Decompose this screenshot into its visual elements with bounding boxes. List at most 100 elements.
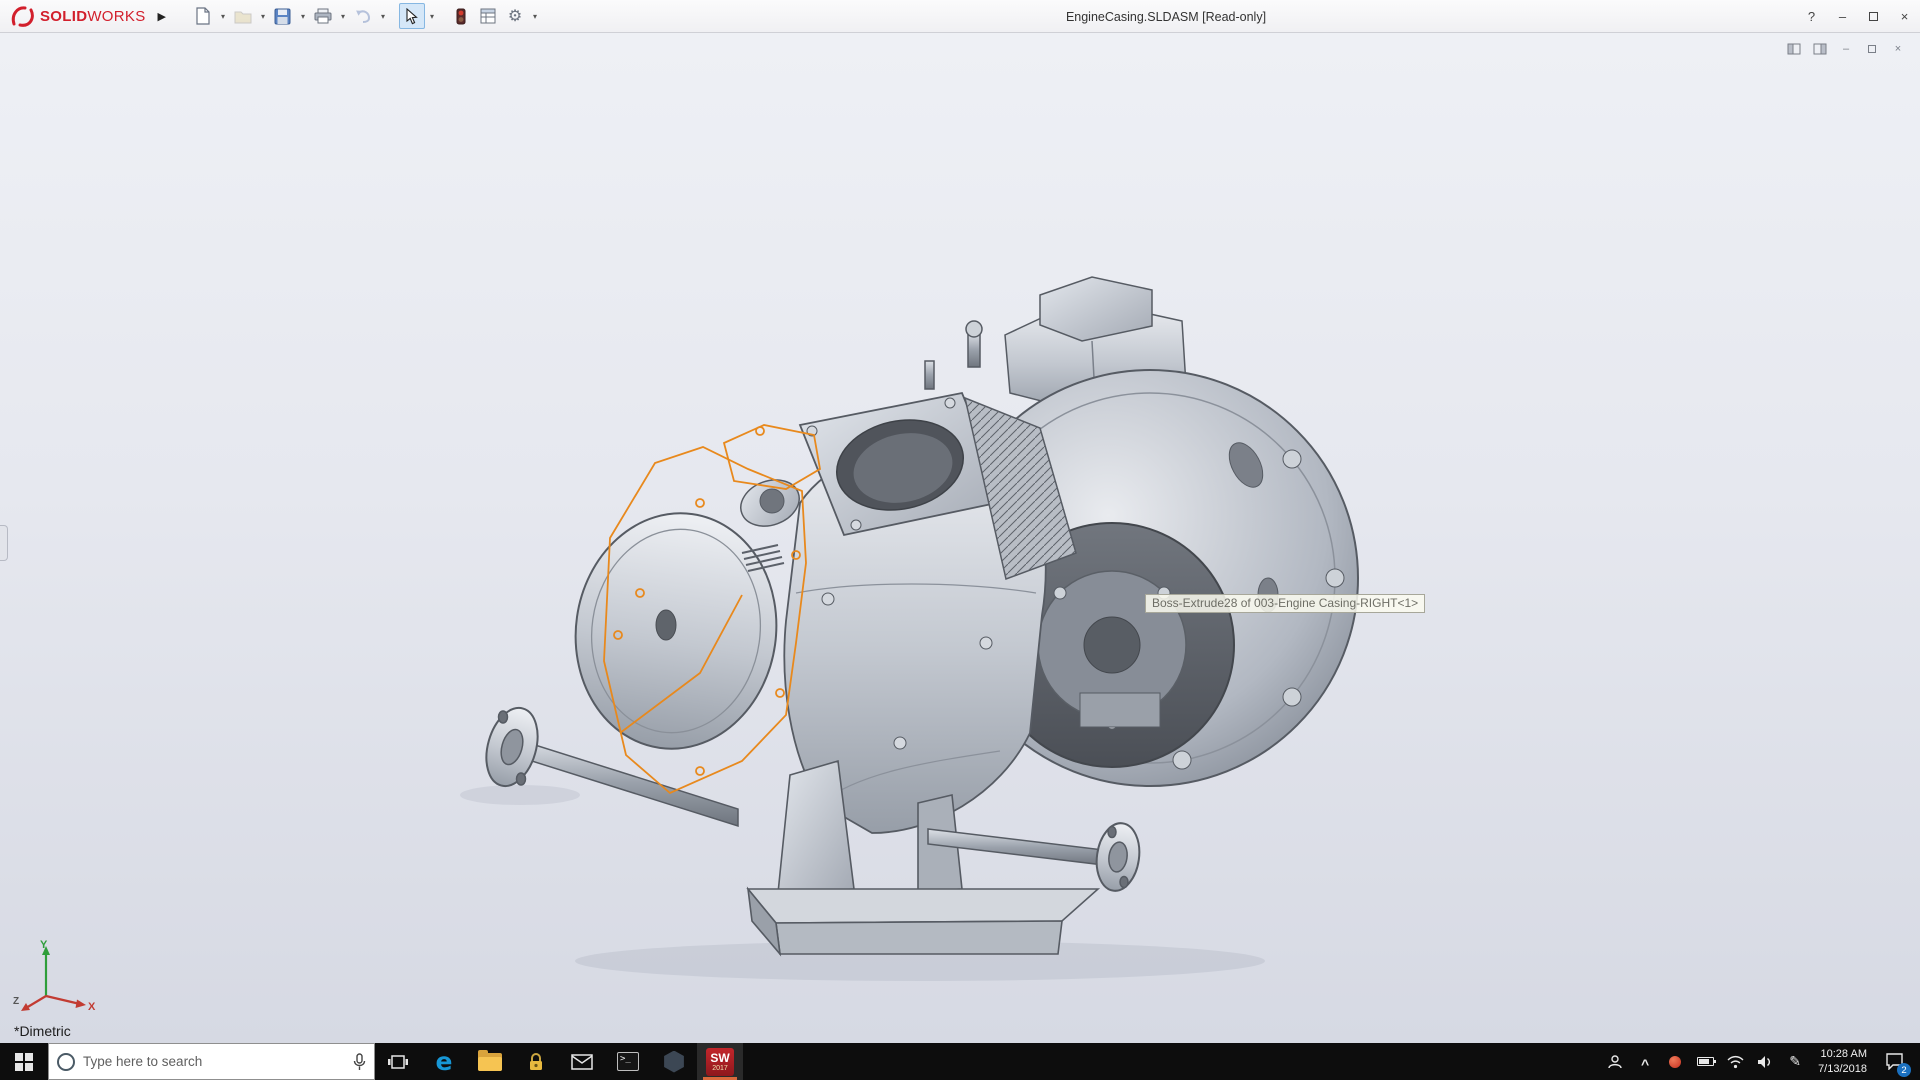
task-view-icon [387,1053,409,1071]
system-tray: ^ ✎ 10:28 AM 7/13/2018 [1600,1043,1920,1080]
undo-dropdown[interactable]: ▾ [377,3,389,29]
document-title: EngineCasing.SLDASM [Read-only] [1066,0,1266,33]
file-properties-button[interactable] [475,3,501,29]
feature-tooltip: Boss-Extrude28 of 003-Engine Casing-RIGH… [1145,594,1425,613]
resource-monitor-button[interactable] [1660,1043,1690,1080]
status-ball-icon [1669,1056,1681,1068]
print-dropdown[interactable]: ▾ [337,3,349,29]
quick-access-toolbar: ▾ ▾ ▾ ▾ [176,3,541,29]
file-explorer-icon [478,1053,502,1071]
triad-z-label: Z [13,996,19,1007]
split-pane-left-icon [1787,43,1801,55]
options-dropdown[interactable]: ▾ [529,3,541,29]
open-dropdown[interactable]: ▾ [257,3,269,29]
doc-close-button[interactable]: × [1888,41,1908,57]
mail-icon [571,1054,593,1070]
command-prompt-button[interactable]: >_ [605,1043,651,1080]
print-button[interactable] [310,3,336,29]
people-button[interactable] [1600,1043,1630,1080]
new-document-dropdown[interactable]: ▾ [217,3,229,29]
solidworks-taskbar-button[interactable]: SW 2017 [697,1043,743,1080]
doc-minimize-button[interactable]: – [1836,41,1856,57]
notification-badge: 2 [1897,1063,1911,1077]
microphone-icon[interactable] [353,1053,366,1071]
rebuild-traffic-light-icon [456,8,466,25]
wifi-icon [1727,1055,1744,1069]
file-explorer-button[interactable] [467,1043,513,1080]
solidworks-logo: SOLIDWORKS [0,5,154,27]
menu-expand-arrow[interactable]: ▶ [154,10,176,23]
triad-x-label: X [88,1001,96,1012]
solidworks-app-icon: SW 2017 [706,1048,734,1076]
window-controls: ? – × [1796,0,1920,33]
undo-icon [354,9,371,23]
solidworks-logo-mark [10,5,36,27]
action-center-button[interactable]: 2 [1875,1043,1913,1080]
rebuild-button[interactable] [448,3,474,29]
pen-settings-button[interactable]: ✎ [1780,1043,1810,1080]
sw-year: 2017 [712,1065,728,1072]
solidworks-wordmark: SOLIDWORKS [40,8,146,25]
search-input[interactable] [83,1054,345,1069]
engine-casing-model[interactable] [0,33,1920,1043]
network-button[interactable] [1720,1043,1750,1080]
taskbar-search[interactable] [48,1043,375,1080]
clock-date: 7/13/2018 [1818,1062,1867,1076]
document-window-controls: – × [1784,41,1908,57]
command-prompt-icon: >_ [617,1052,639,1071]
triad-y-label: Y [40,939,48,951]
split-pane-right-icon [1813,43,1827,55]
select-tool-dropdown[interactable]: ▾ [426,3,438,29]
taskbar-clock[interactable]: 10:28 AM 7/13/2018 [1810,1043,1875,1080]
new-document-button[interactable] [190,3,216,29]
task-view-button[interactable] [375,1043,421,1080]
brand-bold: SOLID [40,8,87,25]
battery-icon [1697,1057,1714,1066]
start-button[interactable] [0,1043,48,1080]
doc-restore-icon [1868,45,1876,53]
file-properties-icon [480,8,496,24]
pen-icon: ✎ [1789,1053,1801,1070]
save-button[interactable] [270,3,296,29]
lock-app-button[interactable] [513,1043,559,1080]
titlebar: SOLIDWORKS ▶ ▾ ▾ ▾ [0,0,1920,33]
sw-glyph: SW [710,1052,729,1064]
restore-button[interactable] [1858,0,1889,33]
windows-taskbar: e >_ SW 2017 [0,1043,1920,1080]
clock-time: 10:28 AM [1818,1047,1867,1061]
help-button[interactable]: ? [1796,0,1827,33]
edrawings-button[interactable] [651,1043,697,1080]
edge-icon: e [436,1049,453,1074]
side-cover[interactable] [561,472,806,762]
pane-left-button[interactable] [1784,41,1804,57]
mail-button[interactable] [559,1043,605,1080]
cortana-icon [57,1053,75,1071]
feature-panel-handle[interactable] [0,525,8,561]
hexagon-app-icon [663,1051,685,1073]
battery-button[interactable] [1690,1043,1720,1080]
new-document-icon [195,7,211,25]
select-tool-button[interactable] [399,3,425,29]
chevron-up-icon: ^ [1641,1056,1649,1072]
pane-right-button[interactable] [1810,41,1830,57]
close-button[interactable]: × [1889,0,1920,33]
view-orientation-label: *Dimetric [14,1023,71,1039]
orientation-triad[interactable]: Y X Z [12,938,98,1012]
doc-restore-button[interactable] [1862,41,1882,57]
graphics-viewport[interactable]: Boss-Extrude28 of 003-Engine Casing-RIGH… [0,33,1920,1043]
volume-button[interactable] [1750,1043,1780,1080]
lock-icon [527,1052,545,1072]
restore-icon [1869,12,1878,21]
options-button[interactable]: ⚙ [502,3,528,29]
undo-button[interactable] [350,3,376,29]
save-dropdown[interactable]: ▾ [297,3,309,29]
edge-button[interactable]: e [421,1043,467,1080]
open-folder-icon [234,9,252,24]
save-disk-icon [274,8,291,25]
open-button[interactable] [230,3,256,29]
tray-overflow-button[interactable]: ^ [1630,1043,1660,1080]
people-icon [1607,1054,1623,1070]
brand-light: WORKS [87,8,145,25]
minimize-button[interactable]: – [1827,0,1858,33]
gear-icon: ⚙ [508,6,522,26]
